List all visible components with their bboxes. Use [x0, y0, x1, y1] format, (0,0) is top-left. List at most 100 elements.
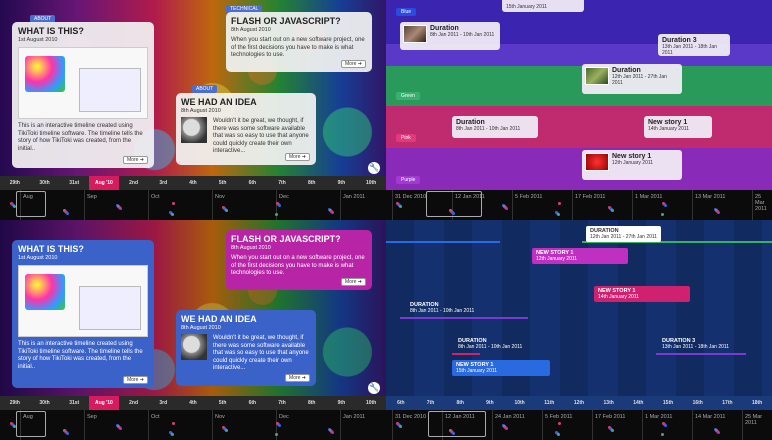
timeline-navigator[interactable]: Aug Sep Oct Nov Dec Jan 2011: [0, 410, 386, 440]
date-cell[interactable]: 13th: [594, 396, 624, 410]
month-tick: [212, 190, 213, 220]
card-date: 12th Jan 2011 - 27th Jan 2011: [612, 74, 667, 86]
story-card-duration-3[interactable]: Duration 3 13th Jan 2011 - 18th Jan 2011: [658, 34, 730, 56]
date-cell[interactable]: 18th: [742, 396, 772, 410]
date-cell[interactable]: 5th: [208, 396, 238, 410]
date-cell[interactable]: 7th: [267, 176, 297, 190]
date-cell[interactable]: 8th: [297, 396, 327, 410]
month-label: Oct: [151, 194, 160, 200]
date-cell[interactable]: 15th: [653, 396, 683, 410]
card-date: 13th Jan 2011 - 18th Jan 2011: [662, 44, 717, 56]
story-marker: [399, 205, 402, 208]
date-cell[interactable]: 31st: [59, 396, 89, 410]
more-button[interactable]: More ➜: [123, 155, 148, 164]
more-button[interactable]: More ➜: [285, 152, 310, 161]
story-label-duration-top[interactable]: DURATION 12th Jan 2011 - 27th Jan 2011: [586, 226, 662, 242]
date-cell[interactable]: 3rd: [148, 396, 178, 410]
date-cell[interactable]: 8th: [297, 176, 327, 190]
timeline-navigator[interactable]: 31 Dec 2010 12 Jan 2011 5 Feb 2011 17 Feb 2…: [386, 190, 772, 220]
date-cell[interactable]: 6th: [386, 396, 416, 410]
more-button[interactable]: More ➜: [341, 59, 366, 68]
settings-icon[interactable]: 🔧: [368, 162, 380, 174]
more-button[interactable]: More ➜: [123, 375, 148, 384]
date-cell[interactable]: 10th: [356, 396, 386, 410]
date-cell[interactable]: 2nd: [119, 396, 149, 410]
duration-span: [452, 353, 480, 355]
story-label-new-story-c[interactable]: NEW STORY 1 15th January 2011: [452, 360, 550, 376]
story-card-flash[interactable]: FLASH OR JAVASCRIPT? 8th August 2010 Whe…: [226, 12, 372, 72]
date-cell[interactable]: 29th: [0, 176, 30, 190]
story-card-top[interactable]: 15th January 2011: [502, 0, 584, 12]
date-ruler[interactable]: 29th 30th 31st Aug '10 2nd 3rd 4th 5th 6th 7th 8th…: [0, 176, 386, 190]
date-cell[interactable]: 9th: [327, 176, 357, 190]
timeline-navigator[interactable]: 31 Dec 2010 12 Jan 2011 24 Jan 2011 5 Feb 2…: [386, 410, 772, 440]
card-date: 12th Jan 2011 - 27th Jan 2011: [590, 234, 658, 240]
card-date: 15th January 2011: [456, 368, 498, 374]
date-cell[interactable]: 3rd: [148, 176, 178, 190]
date-cell[interactable]: 16th: [683, 396, 713, 410]
more-button[interactable]: More ➜: [341, 277, 366, 286]
date-cell[interactable]: Aug '10: [89, 176, 119, 190]
story-marker: [331, 431, 334, 434]
date-cell[interactable]: 14th: [624, 396, 654, 410]
visible-range-handle[interactable]: [426, 191, 482, 217]
month-tick: [752, 190, 753, 220]
month-label: 31 Dec 2010: [395, 194, 427, 200]
story-card-what-is-this[interactable]: WHAT IS THIS? 1st August 2010 This is an…: [12, 22, 154, 168]
story-label-duration-mid[interactable]: DURATION 8th Jan 2011 - 10th Jan 2011: [406, 300, 478, 316]
date-ruler[interactable]: 29th 30th 31st Aug '10 2nd 3rd 4th 5th 6th 7th 8th…: [0, 396, 386, 410]
story-card-new-story-pink[interactable]: New story 1 14th January 2011: [644, 116, 712, 138]
date-cell[interactable]: 10th: [505, 396, 535, 410]
date-cell[interactable]: 31st: [59, 176, 89, 190]
story-card-idea[interactable]: WE HAD AN IDEA 8th August 2010 Wouldn't …: [176, 310, 316, 386]
card-title: WE HAD AN IDEA: [181, 314, 257, 324]
date-cell[interactable]: 4th: [178, 396, 208, 410]
story-card-what-is-this[interactable]: WHAT IS THIS? 1st August 2010 This is an…: [12, 240, 154, 388]
date-cell[interactable]: 30th: [30, 176, 60, 190]
month-label: Nov: [215, 414, 225, 420]
date-cell[interactable]: 9th: [327, 396, 357, 410]
date-cell[interactable]: 5th: [208, 176, 238, 190]
date-cell[interactable]: 10th: [356, 176, 386, 190]
story-card-new-story-purple[interactable]: New story 1 12th January 2011: [582, 150, 682, 180]
date-cell[interactable]: 12th: [564, 396, 594, 410]
date-cell[interactable]: 7th: [416, 396, 446, 410]
date-cell[interactable]: 7th: [267, 396, 297, 410]
story-label-duration-low[interactable]: DURATION 8th Jan 2011 - 10th Jan 2011: [454, 336, 526, 352]
month-label: 24 Jan 2011: [495, 414, 525, 420]
date-cell[interactable]: 6th: [238, 176, 268, 190]
date-cell[interactable]: 2nd: [119, 176, 149, 190]
date-ruler[interactable]: 6th 7th 8th 9th 10th 11th 12th 13th 14th 15th 16th…: [386, 396, 772, 410]
story-marker: [661, 213, 664, 216]
date-cell[interactable]: 11th: [534, 396, 564, 410]
month-label: 31 Dec 2010: [395, 414, 427, 420]
timeline-navigator[interactable]: Aug Sep Oct Nov Dec Jan 2011: [0, 190, 386, 220]
card-date: 8th August 2010: [181, 325, 221, 332]
visible-range-handle[interactable]: [428, 411, 486, 437]
date-cell[interactable]: 29th: [0, 396, 30, 410]
story-card-duration[interactable]: Duration 8th Jan 2011 - 10th Jan 2011: [400, 22, 500, 50]
story-card-idea[interactable]: WE HAD AN IDEA 8th August 2010 Wouldn't …: [176, 93, 316, 165]
story-card-flash[interactable]: FLASH OR JAVASCRIPT? 8th August 2010 Whe…: [226, 230, 372, 290]
month-label: Dec: [279, 414, 289, 420]
story-card-duration-green[interactable]: Duration 12th Jan 2011 - 27th Jan 2011: [582, 64, 682, 94]
story-card-duration-pink[interactable]: Duration 8th Jan 2011 - 10th Jan 2011: [452, 116, 538, 138]
visible-range-handle[interactable]: [16, 411, 46, 437]
date-cell[interactable]: 4th: [178, 176, 208, 190]
story-label-new-story-a[interactable]: NEW STORY 1 12th January 2011: [532, 248, 628, 264]
settings-icon[interactable]: 🔧: [368, 382, 380, 394]
date-cell[interactable]: 30th: [30, 396, 60, 410]
more-button[interactable]: More ➜: [285, 373, 310, 382]
month-tick: [542, 410, 543, 440]
date-cell[interactable]: 17th: [713, 396, 743, 410]
story-label-new-story-b[interactable]: NEW STORY 1 14th January 2011: [594, 286, 690, 302]
date-cell[interactable]: 8th: [445, 396, 475, 410]
story-label-duration-3[interactable]: DURATION 3 13th Jan 2011 - 18th Jan 2011: [658, 336, 733, 352]
story-marker: [171, 213, 174, 216]
date-cell[interactable]: Aug '10: [89, 396, 119, 410]
date-cell[interactable]: 6th: [238, 396, 268, 410]
story-marker: [66, 212, 69, 215]
date-cell[interactable]: 9th: [475, 396, 505, 410]
visible-range-handle[interactable]: [16, 191, 46, 217]
card-date: 15th January 2011: [506, 4, 548, 10]
